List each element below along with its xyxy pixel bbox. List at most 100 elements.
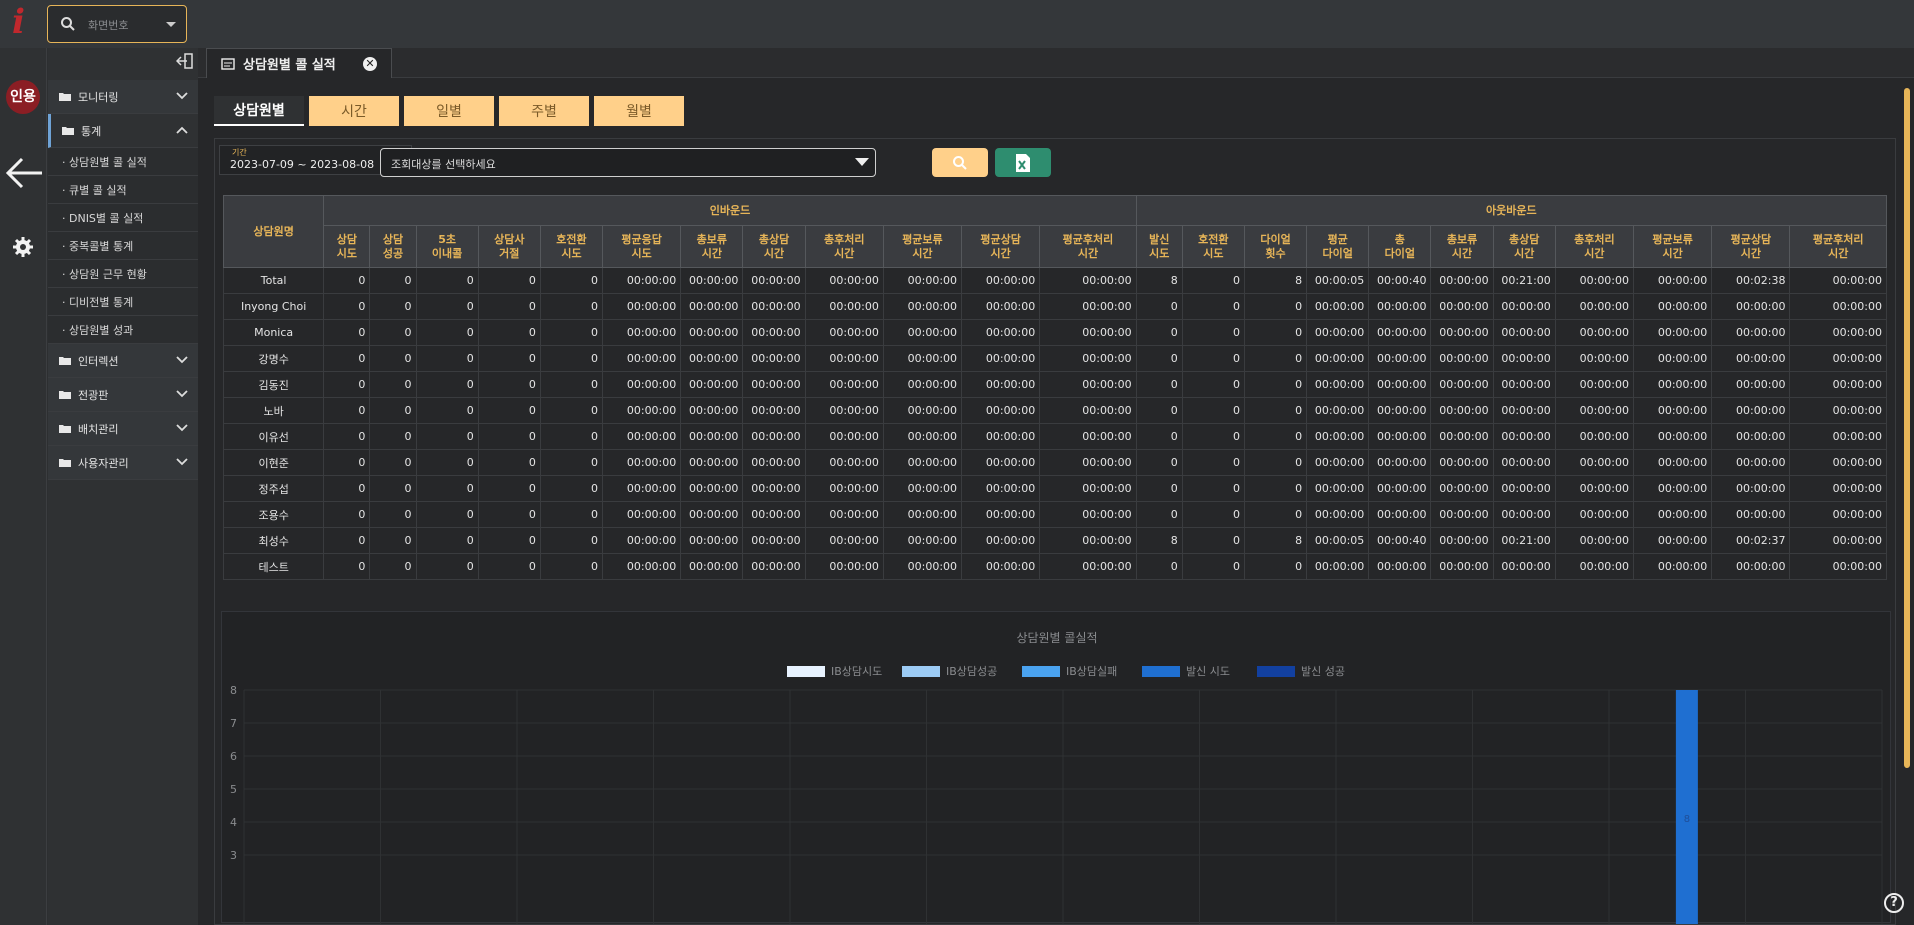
excel-export-button[interactable] — [995, 148, 1051, 177]
search-icon — [953, 155, 967, 170]
header-outbound-col-9[interactable]: 평균상담 시간 — [1711, 225, 1791, 268]
table-cell: 0 — [415, 423, 479, 450]
table-cell: 0 — [1243, 319, 1308, 346]
table-row[interactable]: 최성수 0 0 0 0 0 00:00:00 00:00:00 00:00:00 00:00:00… — [222, 527, 1887, 554]
search-button[interactable] — [932, 148, 988, 177]
table-row[interactable]: 테스트 0 0 0 0 0 00:00:00 00:00:00 00:00:00 00:00:00… — [222, 553, 1887, 580]
header-inbound-col-0[interactable]: 상담 시도 — [323, 225, 371, 268]
table-cell: 00:00:00 — [742, 423, 806, 450]
table-cell: 0 — [1135, 501, 1183, 528]
table-cell: 0 — [369, 397, 417, 424]
table-cell: 0 — [539, 423, 604, 450]
close-tab-icon[interactable]: ✕ — [363, 57, 377, 71]
page-tab-agent-call-performance[interactable]: 상담원별 콜 실적 ✕ — [206, 48, 392, 78]
header-outbound-col-8[interactable]: 평균보류 시간 — [1633, 225, 1713, 268]
period-label: 기간 — [232, 148, 247, 157]
header-inbound-col-7[interactable]: 총상담 시간 — [742, 225, 806, 268]
collapse-sidebar-icon[interactable] — [176, 52, 194, 70]
sub-tab-2[interactable]: 일별 — [404, 96, 494, 126]
header-agent-name[interactable]: 상담원명 — [222, 195, 325, 268]
sidebar-item-1-5[interactable]: · 디비전별 통계 — [48, 288, 198, 316]
header-inbound-col-2[interactable]: 5초 이내콜 — [415, 225, 479, 268]
header-inbound-col-8[interactable]: 총후처리 시간 — [804, 225, 884, 268]
screen-number-search[interactable]: 화면번호 — [47, 5, 187, 43]
table-row[interactable]: 노바 0 0 0 0 0 00:00:00 00:00:00 00:00:00 00:00:00 0… — [222, 397, 1887, 424]
table-cell: 00:00:00 — [1368, 475, 1432, 502]
table-cell: 0 — [477, 501, 541, 528]
app-logo[interactable]: i — [12, 2, 25, 42]
table-row[interactable]: 이현준 0 0 0 0 0 00:00:00 00:00:00 00:00:00 00:00:00… — [222, 449, 1887, 476]
settings-gear-icon[interactable] — [12, 236, 34, 258]
table-cell: 00:00:00 — [680, 553, 744, 580]
dropdown-arrow-icon[interactable] — [166, 22, 176, 27]
table-cell: 00:00:00 — [1368, 501, 1432, 528]
sidebar-group-2[interactable]: 인터렉션 — [48, 344, 198, 378]
table-row[interactable]: Total 0 0 0 0 0 00:00:00 00:00:00 00:00:00 00:00:… — [222, 267, 1887, 294]
table-row[interactable]: 강명수 0 0 0 0 0 00:00:00 00:00:00 00:00:00 00:00:00… — [222, 345, 1887, 372]
table-cell: 00:00:00 — [602, 501, 682, 528]
header-inbound-col-1[interactable]: 상담 성공 — [369, 225, 417, 268]
table-cell: 00:00:00 — [961, 527, 1041, 554]
sidebar-item-1-4[interactable]: · 상담원 근무 현황 — [48, 260, 198, 288]
table-cell: 00:00:00 — [680, 397, 744, 424]
sidebar-group-3[interactable]: 전광판 — [48, 378, 198, 412]
header-inbound-col-6[interactable]: 총보류 시간 — [680, 225, 744, 268]
back-arrow-icon[interactable] — [4, 156, 44, 190]
header-outbound-col-1[interactable]: 호전환 시도 — [1181, 225, 1245, 268]
table-cell: 00:00:00 — [1430, 527, 1494, 554]
sidebar-item-1-2[interactable]: · DNIS별 콜 실적 — [48, 204, 198, 232]
header-outbound-col-10[interactable]: 평균후처리 시간 — [1789, 225, 1887, 268]
header-outbound-col-6[interactable]: 총상담 시간 — [1492, 225, 1556, 268]
sidebar-group-1[interactable]: 통계 — [48, 114, 198, 148]
table-cell: 00:00:00 — [961, 345, 1041, 372]
table-cell: 0 — [1181, 527, 1245, 554]
vertical-scrollbar[interactable] — [1904, 88, 1910, 768]
table-row[interactable]: Inyong Choi 0 0 0 0 0 00:00:00 00:00:00 00:00:00… — [222, 293, 1887, 320]
header-inbound-col-4[interactable]: 호전환 시도 — [539, 225, 604, 268]
table-cell: 00:00:00 — [961, 449, 1041, 476]
sub-tab-4[interactable]: 월별 — [594, 96, 684, 126]
sub-tab-0[interactable]: 상담원별 — [214, 96, 304, 126]
sidebar-group-4[interactable]: 배치관리 — [48, 412, 198, 446]
sidebar-item-1-1[interactable]: · 큐별 콜 실적 — [48, 176, 198, 204]
header-inbound-col-10[interactable]: 평균상담 시간 — [961, 225, 1041, 268]
header-outbound-col-2[interactable]: 다이얼 횟수 — [1243, 225, 1308, 268]
header-outbound-col-0[interactable]: 발신 시도 — [1135, 225, 1183, 268]
sub-tab-1[interactable]: 시간 — [309, 96, 399, 126]
table-cell: 00:00:00 — [1633, 423, 1713, 450]
help-icon[interactable]: ? — [1884, 893, 1904, 913]
sidebar-group-0[interactable]: 모니터링 — [48, 80, 198, 114]
sidebar-item-1-0[interactable]: · 상담원별 콜 실적 — [48, 148, 198, 176]
table-cell: 00:00:00 — [602, 397, 682, 424]
table-row[interactable]: 이유선 0 0 0 0 0 00:00:00 00:00:00 00:00:00 00:00:00… — [222, 423, 1887, 450]
sidebar-group-5[interactable]: 사용자관리 — [48, 446, 198, 480]
sidebar-item-1-3[interactable]: · 중복콜별 통계 — [48, 232, 198, 260]
table-cell: 00:00:00 — [1633, 267, 1713, 294]
header-outbound-col-5[interactable]: 총보류 시간 — [1430, 225, 1494, 268]
sidebar-item-1-6[interactable]: · 상담원별 성과 — [48, 316, 198, 344]
table-cell: 00:00:00 — [1711, 319, 1791, 346]
table-row[interactable]: 김동진 0 0 0 0 0 00:00:00 00:00:00 00:00:00 00:00:00… — [222, 371, 1887, 398]
table-cell: 00:00:00 — [1633, 319, 1713, 346]
sub-tab-3[interactable]: 주별 — [499, 96, 589, 126]
target-select[interactable]: 조회대상를 선택하세요 — [380, 148, 876, 177]
table-cell: 0 — [539, 267, 604, 294]
user-avatar[interactable]: 인용 — [6, 80, 40, 114]
table-cell: 00:00:00 — [1633, 371, 1713, 398]
header-inbound-col-5[interactable]: 평균응답 시도 — [602, 225, 682, 268]
header-outbound-col-4[interactable]: 총 다이얼 — [1368, 225, 1432, 268]
table-row[interactable]: 조용수 0 0 0 0 0 00:00:00 00:00:00 00:00:00 00:00:00… — [222, 501, 1887, 528]
table-cell: 00:00:00 — [602, 475, 682, 502]
table-row[interactable]: 정주섭 0 0 0 0 0 00:00:00 00:00:00 00:00:00 00:00:00… — [222, 475, 1887, 502]
table-cell: 00:00:00 — [1368, 371, 1432, 398]
header-inbound-col-11[interactable]: 평균후처리 시간 — [1039, 225, 1137, 268]
header-inbound-col-9[interactable]: 평균보류 시간 — [882, 225, 963, 268]
header-outbound-col-3[interactable]: 평균 다이얼 — [1306, 225, 1370, 268]
header-outbound-col-7[interactable]: 총후처리 시간 — [1554, 225, 1635, 268]
header-inbound-col-3[interactable]: 상담사 거절 — [477, 225, 541, 268]
row-agent-name: 노바 — [222, 397, 325, 424]
table-cell: 00:00:00 — [882, 475, 963, 502]
table-row[interactable]: Monica 0 0 0 0 0 00:00:00 00:00:00 00:00:00 00:00… — [222, 319, 1887, 346]
table-cell: 00:00:00 — [742, 449, 806, 476]
call-performance-chart: 상담원별 콜실적 IB상담시도 IB상담성공 IB상담실패 발신 시도 발신 성공 8 7 6 5… — [221, 611, 1891, 924]
